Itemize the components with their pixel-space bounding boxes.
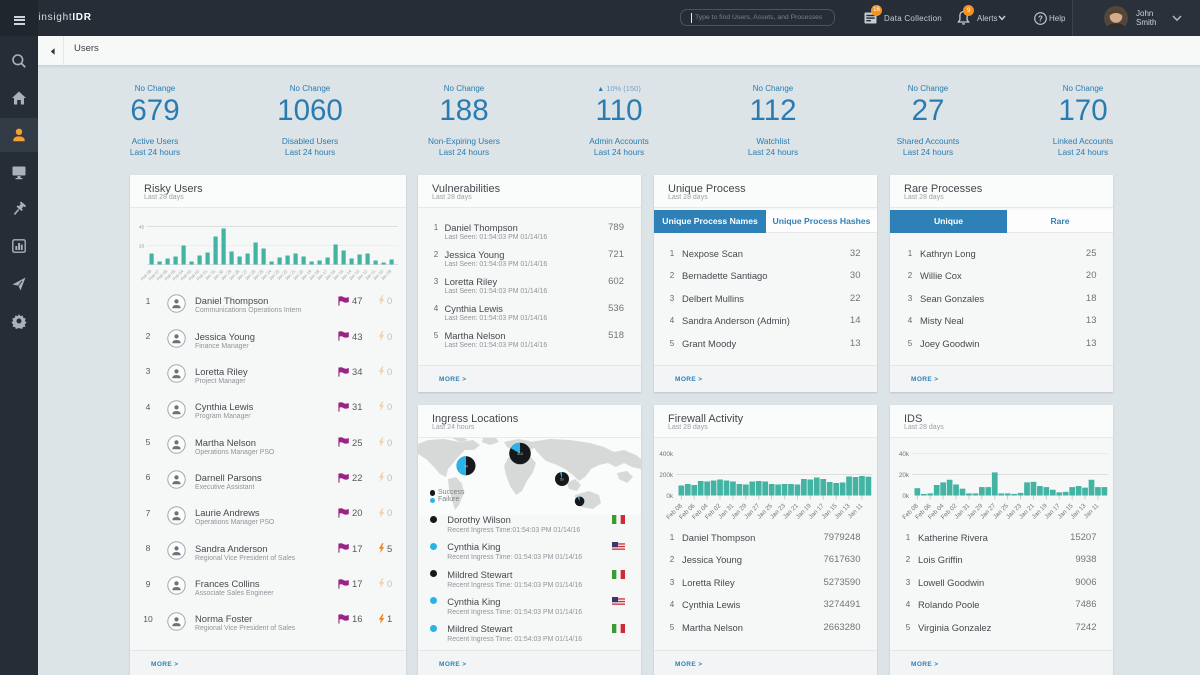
svg-text:0k: 0k [666, 493, 674, 500]
svg-text:413: 413 [517, 452, 523, 456]
svg-text:23: 23 [139, 244, 145, 249]
svg-text:40k: 40k [899, 451, 910, 458]
svg-text:20k: 20k [899, 472, 910, 479]
svg-text:Jan 11: Jan 11 [847, 502, 865, 520]
svg-text:Jan 11: Jan 11 [1083, 502, 1101, 520]
svg-text:99: 99 [464, 464, 468, 468]
svg-text:400k: 400k [659, 451, 674, 458]
svg-text:5o: 5o [560, 477, 564, 481]
svg-text:200k: 200k [659, 472, 674, 479]
svg-text:0k: 0k [902, 493, 910, 500]
svg-text:45: 45 [139, 225, 145, 230]
svg-text:?: ? [1038, 14, 1043, 23]
